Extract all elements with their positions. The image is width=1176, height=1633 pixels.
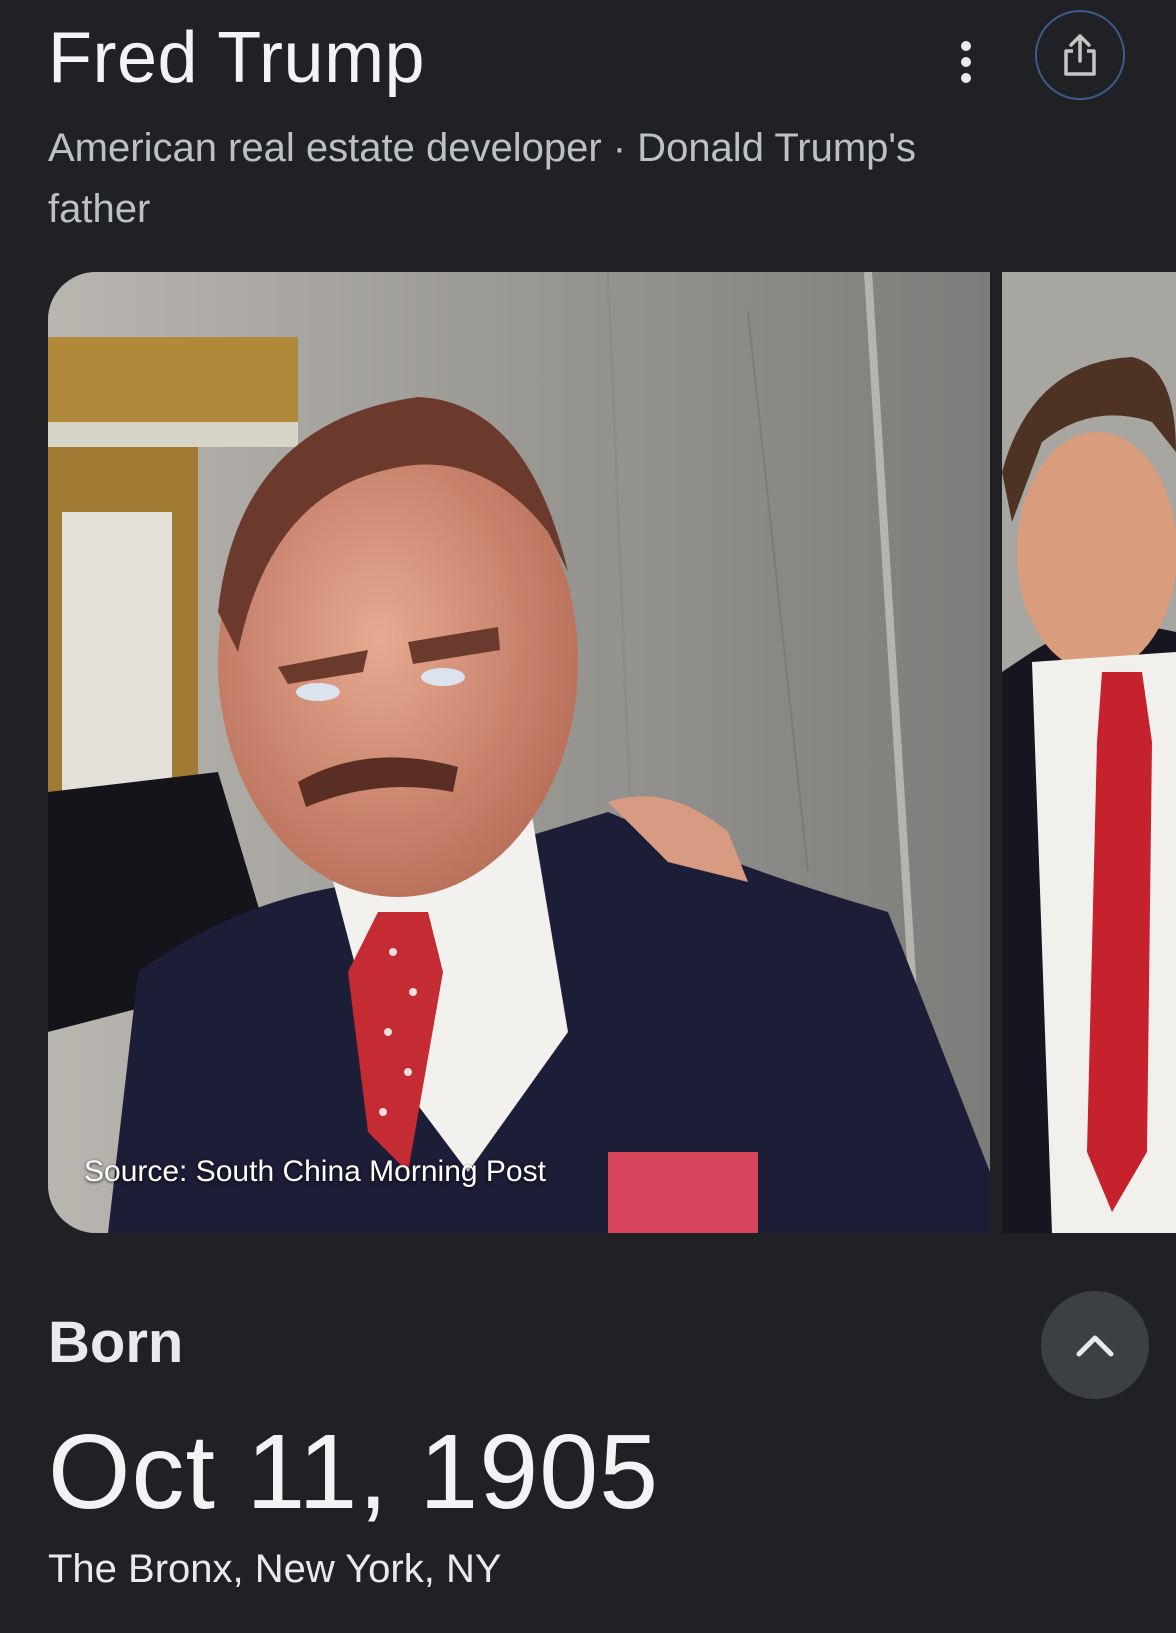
main-photo[interactable]: Source: South China Morning Post — [48, 272, 990, 1233]
born-date: Oct 11, 1905 — [48, 1413, 660, 1531]
entity-subtitle: American real estate developer · Donald … — [48, 126, 917, 231]
portrait-photo-image — [48, 272, 990, 1233]
image-source-caption: Source: South China Morning Post — [84, 1155, 546, 1188]
image-carousel[interactable]: Source: South China Morning Post — [48, 272, 1176, 1233]
more-options-button[interactable] — [942, 30, 990, 94]
entity-title: Fred Trump — [48, 18, 426, 98]
share-icon — [1064, 34, 1096, 76]
next-photo[interactable] — [1002, 272, 1176, 1233]
more-vert-icon-dot — [961, 57, 971, 67]
chevron-up-icon — [1076, 1335, 1114, 1357]
collapse-button[interactable] — [1041, 1291, 1149, 1399]
knowledge-panel: Fred Trump American real estate develope… — [0, 0, 1176, 1633]
share-button[interactable] — [1035, 10, 1125, 100]
born-place: The Bronx, New York, NY — [48, 1547, 502, 1591]
more-vert-icon-dot — [961, 73, 971, 83]
born-label: Born — [48, 1310, 184, 1375]
portrait-photo-image — [1002, 272, 1176, 1233]
more-vert-icon-dot — [961, 41, 971, 51]
